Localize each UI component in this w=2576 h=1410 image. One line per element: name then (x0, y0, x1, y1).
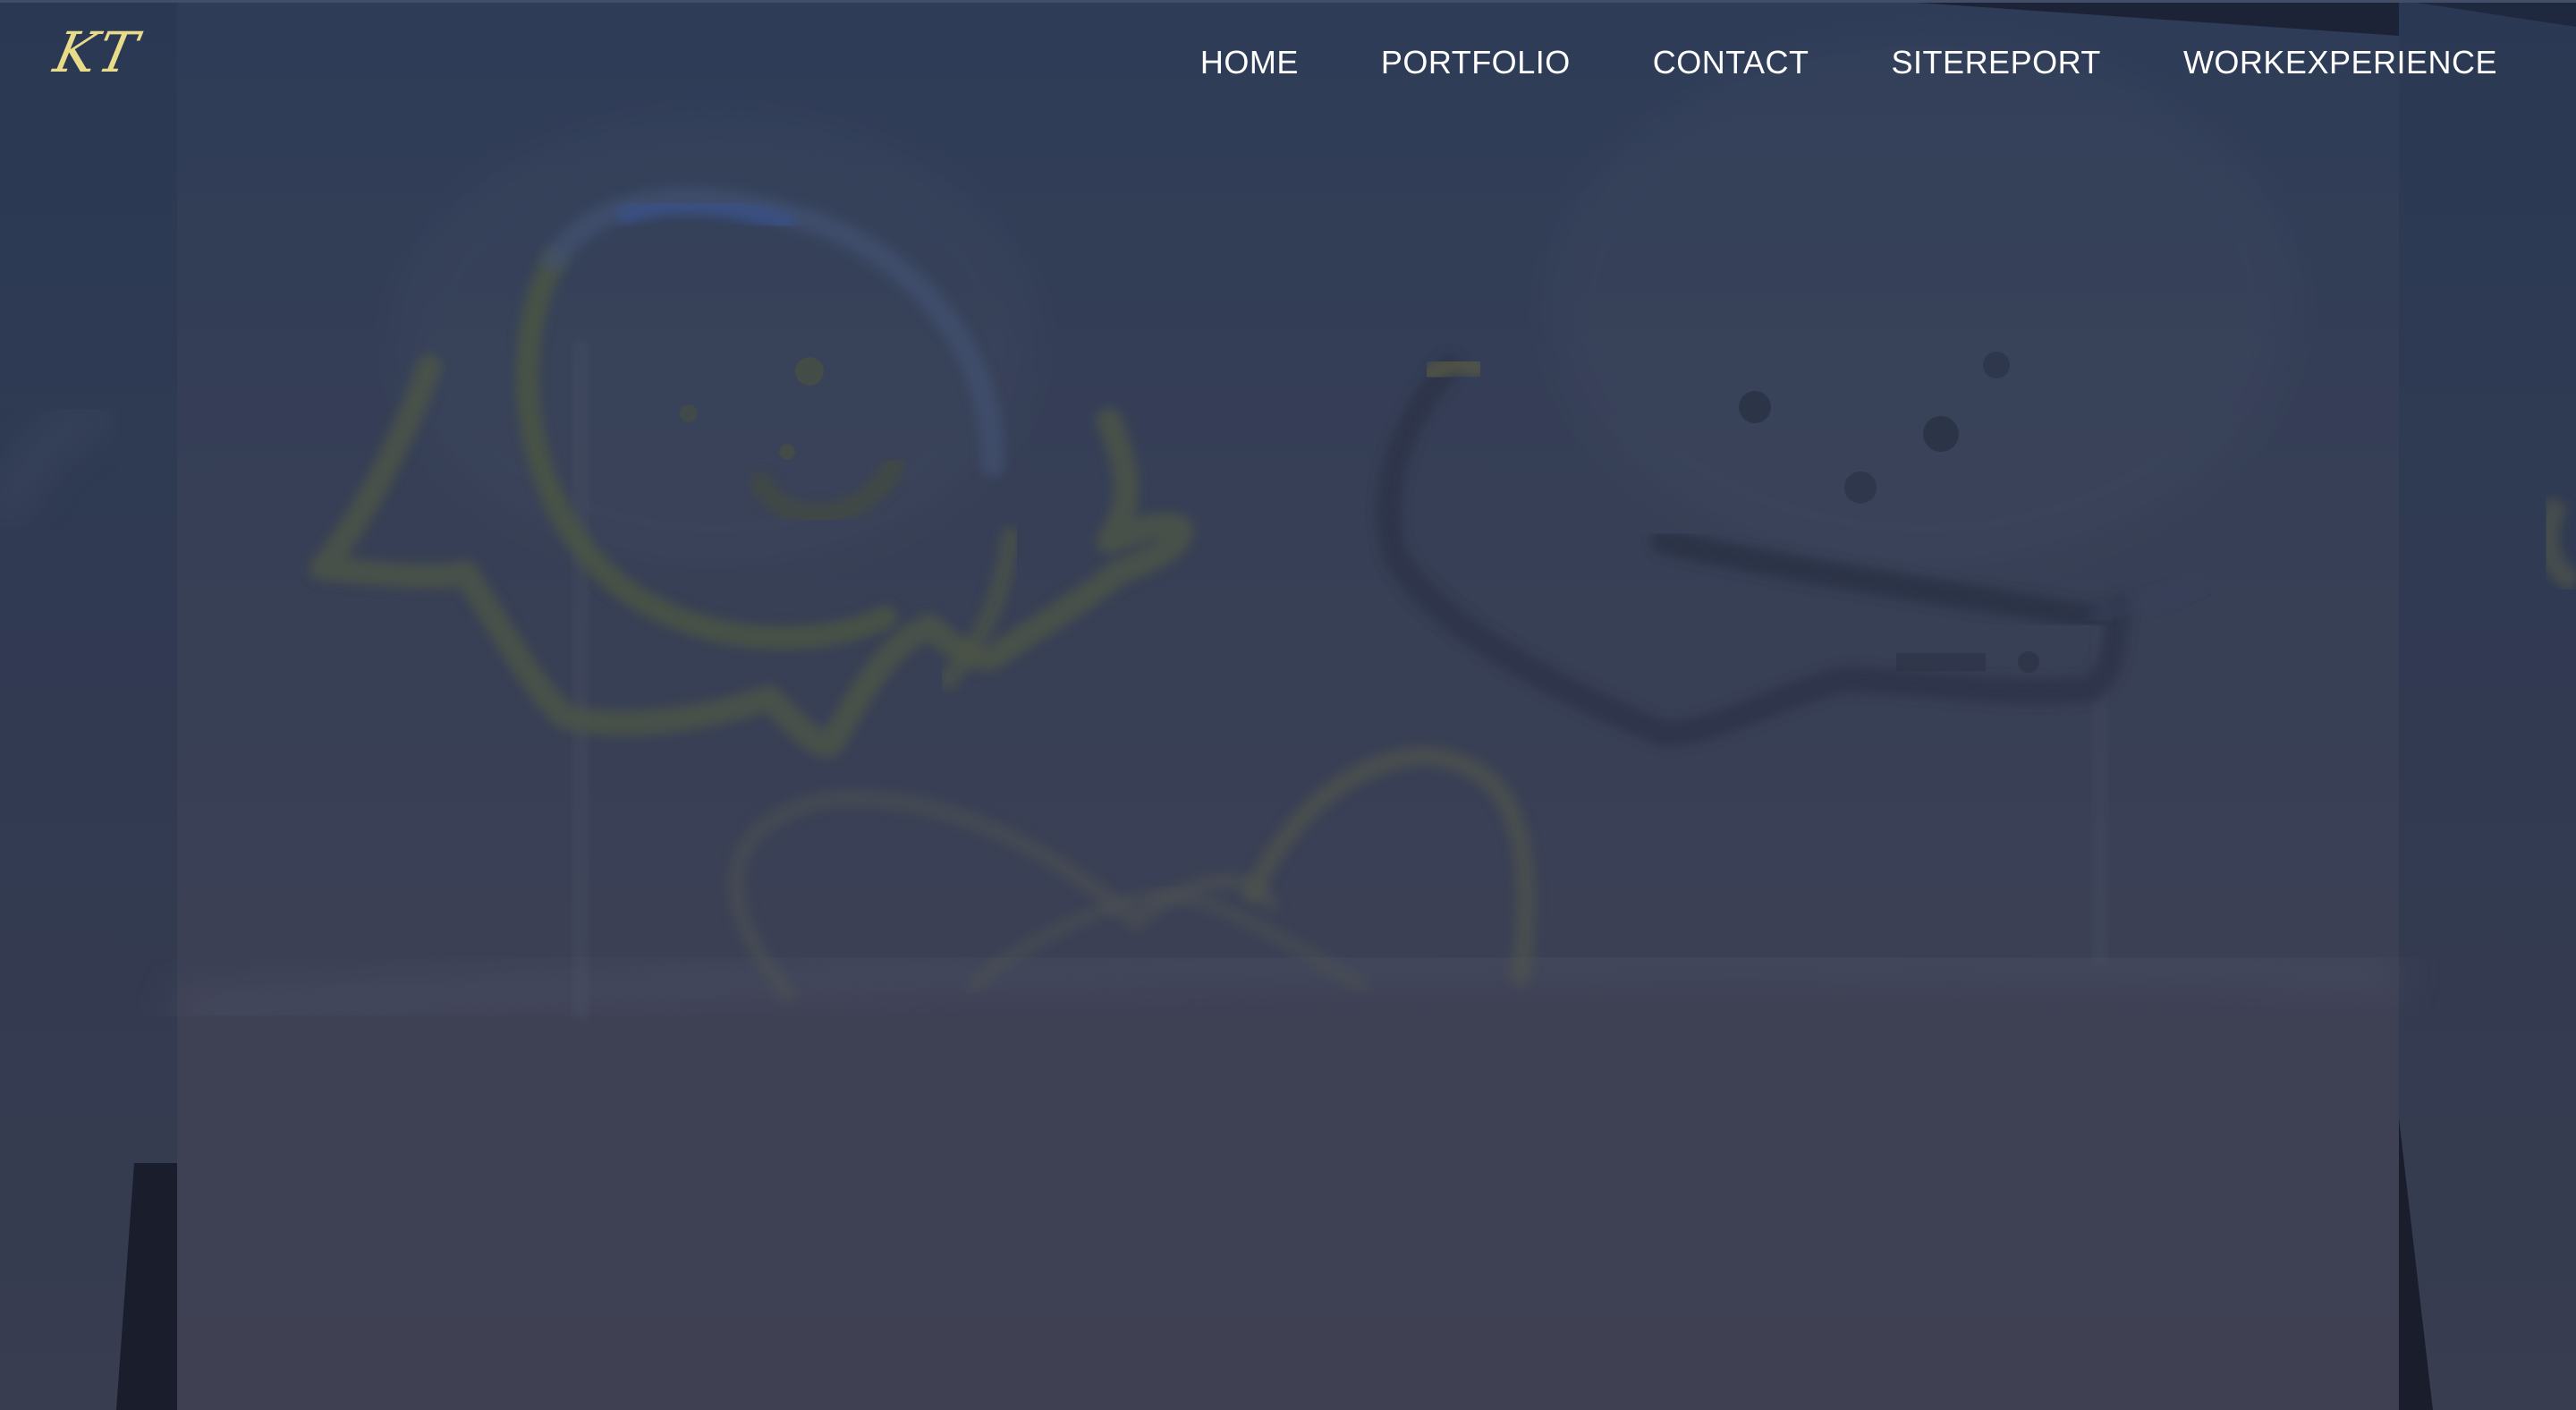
nav-link-workexperience[interactable]: WORKEXPERIENCE (2183, 47, 2497, 79)
site-logo[interactable]: KT (48, 20, 144, 85)
hero-drawing (0, 0, 2576, 1410)
page: KT HOME PORTFOLIO CONTACT SITEREPORT WOR… (0, 0, 2576, 1410)
nav-link-portfolio[interactable]: PORTFOLIO (1381, 47, 1571, 79)
nav-link-sitereport[interactable]: SITEREPORT (1892, 47, 2101, 79)
top-navbar: KT HOME PORTFOLIO CONTACT SITEREPORT WOR… (0, 0, 2576, 134)
nav-link-contact[interactable]: CONTACT (1653, 47, 1809, 79)
hero-background-image (0, 0, 2576, 1410)
nav-link-home[interactable]: HOME (1200, 47, 1299, 79)
main-nav: HOME PORTFOLIO CONTACT SITEREPORT WORKEX… (1200, 47, 2497, 79)
